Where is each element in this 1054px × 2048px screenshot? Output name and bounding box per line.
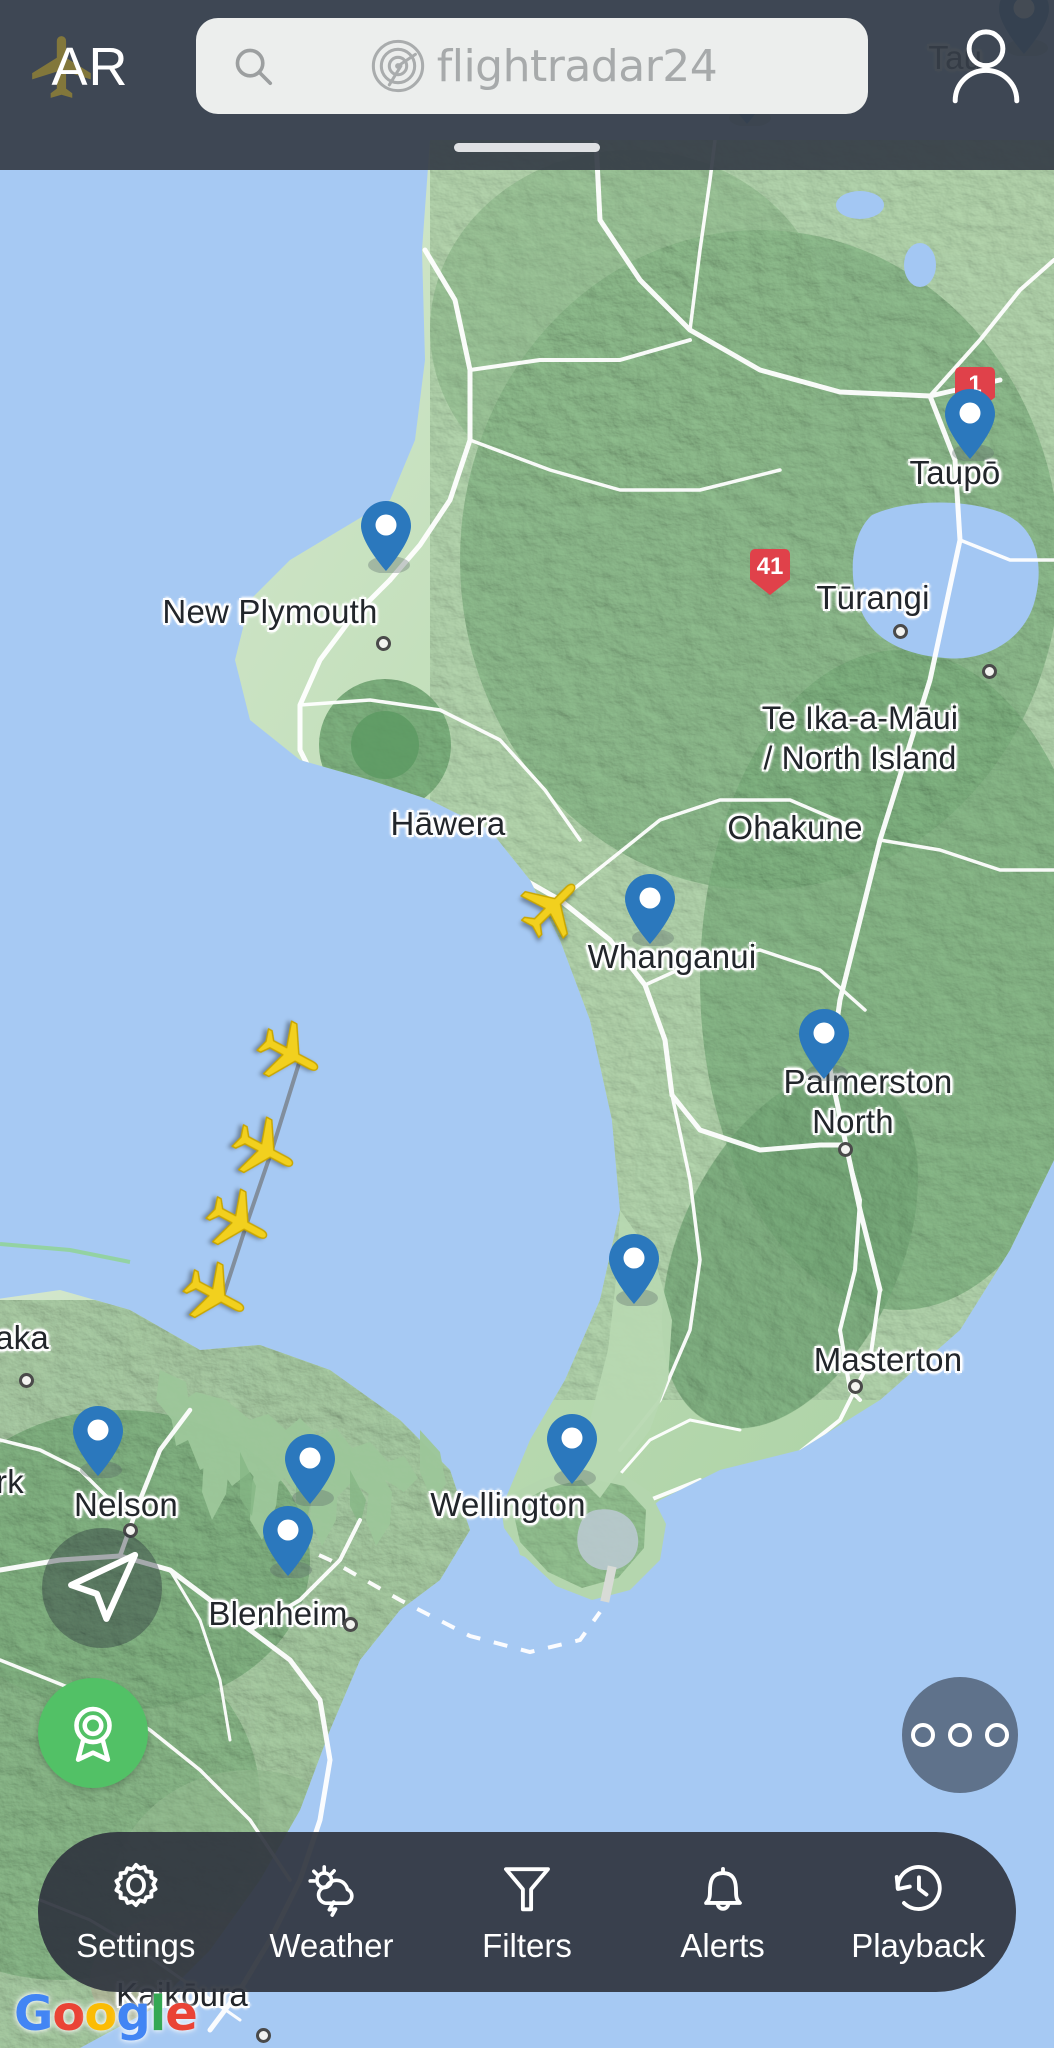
map-city-dot	[256, 2028, 271, 2043]
flightradar24-map-screen: HamiltonTau.TaupōTūrangiNew PlymouthTe I…	[0, 0, 1054, 2048]
gear-icon	[114, 1862, 158, 1908]
map-city-dot	[19, 1373, 34, 1388]
pin-whanganui[interactable]	[622, 872, 678, 946]
search-placeholder-text: flightradar24	[436, 40, 718, 92]
toolbar-label-filters: Filters	[482, 1927, 572, 1964]
toolbar-label-playback: Playback	[851, 1927, 986, 1964]
toolbar-label-alerts: Alerts	[680, 1927, 765, 1964]
funnel-icon	[504, 1867, 550, 1912]
pin-taupo[interactable]	[942, 387, 998, 461]
pin-kapiti[interactable]	[606, 1232, 662, 1306]
google-letter-e: e	[165, 1986, 198, 2042]
person-icon[interactable]	[942, 22, 1030, 110]
more-dot-3	[985, 1723, 1009, 1747]
pin-wellington[interactable]	[544, 1412, 600, 1486]
google-letter-o2: o	[84, 1986, 117, 2042]
map-canvas[interactable]: HamiltonTau.TaupōTūrangiNew PlymouthTe I…	[0, 0, 1054, 2048]
pin-picton[interactable]	[282, 1432, 338, 1506]
pin-new-plymouth[interactable]	[358, 499, 414, 573]
bell-icon	[703, 1866, 742, 1911]
toolbar-item-weather[interactable]: Weather	[234, 1832, 430, 1992]
award-rosette-icon	[74, 1706, 112, 1762]
more-dot-1	[911, 1723, 935, 1747]
map-city-dot	[343, 1617, 358, 1632]
toolbar-item-filters[interactable]: Filters	[429, 1832, 625, 1992]
weather-sun-cloud-icon	[308, 1865, 355, 1917]
map-city-dot	[376, 636, 391, 651]
bottom-toolbar: Settings Weather Filters Alerts Playback	[38, 1832, 1016, 1992]
search-bar[interactable]: flightradar24	[196, 18, 868, 114]
google-attribution: Google	[14, 1986, 198, 2042]
map-city-dot	[848, 1379, 863, 1394]
navigation-arrow-icon	[68, 1551, 139, 1622]
pin-palmerston-north[interactable]	[796, 1007, 852, 1081]
search-icon	[235, 48, 273, 86]
google-letter-g: g	[116, 1986, 150, 2042]
aircraft-trail	[220, 1059, 302, 1301]
google-letter-G: G	[14, 1986, 53, 2042]
google-letter-l: l	[149, 1986, 166, 2042]
drag-handle[interactable]	[454, 143, 600, 152]
google-letter-o1: o	[52, 1986, 85, 2042]
more-dot-2	[948, 1723, 972, 1747]
search-placeholder-group: flightradar24	[276, 37, 810, 95]
map-city-dot	[893, 624, 908, 639]
ar-label: AR	[51, 37, 129, 97]
toolbar-label-settings: Settings	[76, 1927, 196, 1964]
pin-nelson[interactable]	[70, 1404, 126, 1478]
top-bar: AR flightradar24	[0, 0, 1054, 170]
flightradar24-radar-icon	[371, 39, 424, 93]
map-city-dot	[982, 664, 997, 679]
locate-me-button[interactable]	[42, 1528, 162, 1648]
toolbar-label-weather: Weather	[269, 1927, 394, 1964]
more-options-button[interactable]	[902, 1677, 1018, 1793]
toolbar-item-playback[interactable]: Playback	[820, 1832, 1016, 1992]
pin-blenheim[interactable]	[260, 1504, 316, 1578]
rewards-button[interactable]	[38, 1678, 148, 1788]
toolbar-item-settings[interactable]: Settings	[38, 1832, 234, 1992]
map-city-dot	[838, 1142, 853, 1157]
toolbar-item-alerts[interactable]: Alerts	[625, 1832, 821, 1992]
ar-button[interactable]: AR	[16, 22, 146, 112]
clock-rewind-icon	[894, 1865, 942, 1911]
